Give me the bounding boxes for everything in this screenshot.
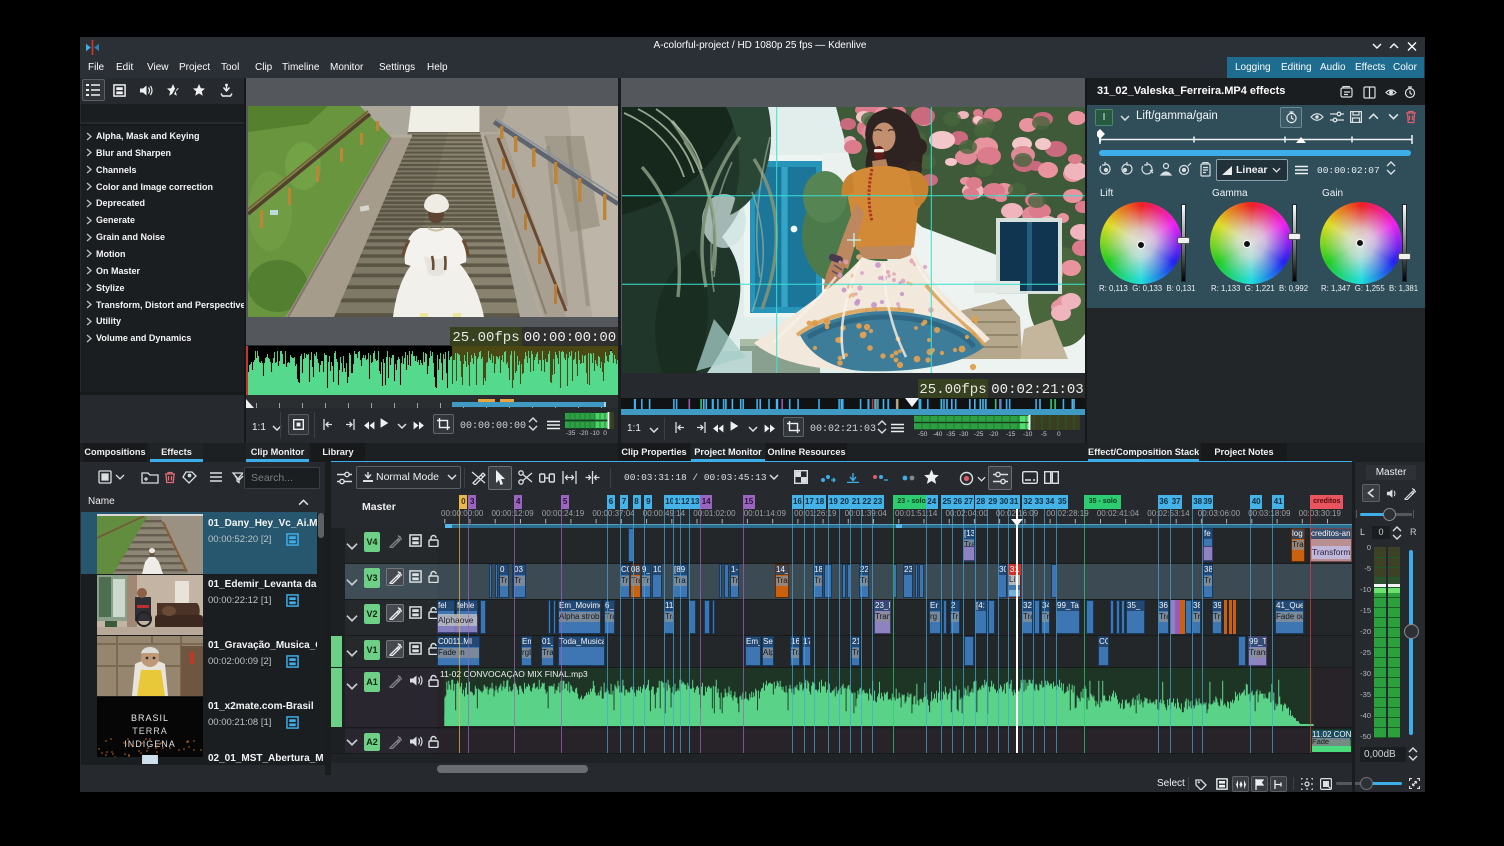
svg-text:TERRA: TERRA xyxy=(132,726,168,736)
svg-text:INDIGENA: INDIGENA xyxy=(124,739,176,749)
svg-text:BRASIL: BRASIL xyxy=(131,713,169,723)
